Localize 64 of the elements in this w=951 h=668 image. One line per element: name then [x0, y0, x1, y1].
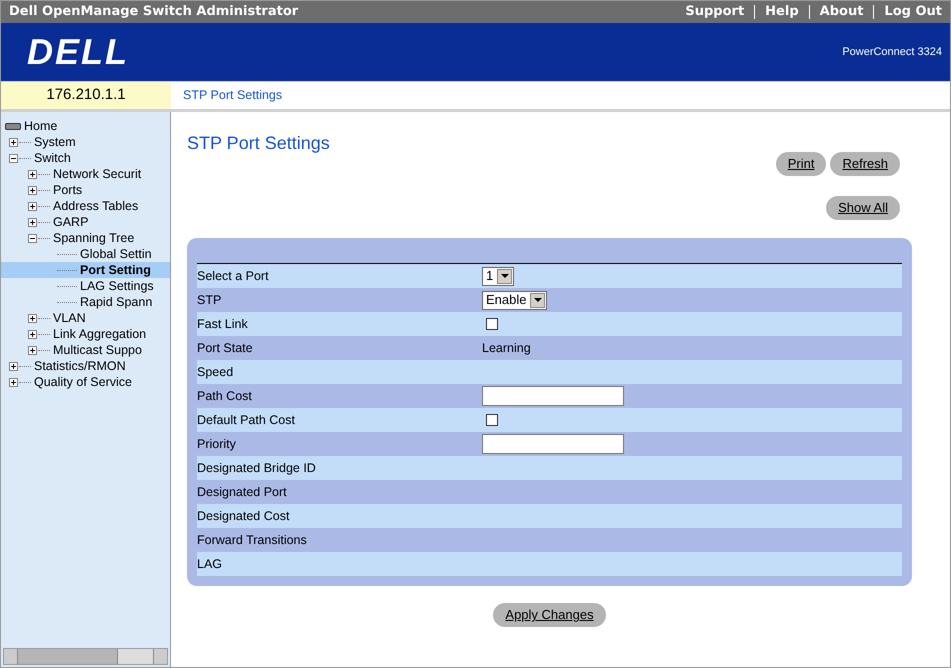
breadcrumb: STP Port Settings	[182, 87, 282, 104]
tree-item[interactable]: LAG Settings	[80, 276, 154, 296]
expand-icon[interactable]	[9, 362, 18, 370]
pill-button[interactable]: Print	[776, 152, 826, 176]
expand-icon[interactable]	[28, 186, 37, 194]
page-title: STP Port Settings	[187, 132, 331, 154]
expand-icon[interactable]	[28, 218, 37, 226]
expand-icon[interactable]	[28, 314, 37, 322]
field-label: Port State	[197, 340, 254, 357]
tree-item[interactable]: Address Tables	[53, 196, 138, 216]
header-link[interactable]: Log Out	[884, 2, 942, 22]
dropdown[interactable]: Enable	[482, 290, 548, 310]
field-label: Designated Cost	[197, 508, 290, 525]
tree-item[interactable]: Network Securit	[53, 164, 142, 184]
field-label: Designated Port	[197, 484, 288, 501]
pill-button[interactable]: Apply Changes	[493, 603, 606, 627]
field-label: Fast Link	[197, 316, 249, 333]
expand-icon[interactable]	[28, 346, 37, 354]
field-label: LAG	[197, 556, 224, 573]
field-label: Designated Bridge ID	[197, 460, 317, 477]
field-label: Select a Port	[197, 268, 270, 285]
logo: DELL	[27, 30, 129, 74]
field-label: Default Path Cost	[197, 412, 296, 429]
tree-item[interactable]: GARP	[53, 212, 88, 232]
model-name: PowerConnect 3324	[842, 44, 942, 60]
tree-item[interactable]: System	[34, 132, 76, 152]
tree-item[interactable]: Link Aggregation	[53, 324, 146, 344]
tree-item[interactable]: Quality of Service	[34, 372, 132, 392]
tree-item[interactable]: Ports	[53, 180, 82, 200]
header-link[interactable]: Support	[685, 2, 744, 22]
scrollbar[interactable]	[3, 648, 168, 665]
collapse-icon[interactable]	[9, 154, 18, 162]
dropdown[interactable]: 1	[482, 266, 514, 286]
tree-item[interactable]: Global Settin	[80, 244, 152, 264]
tree-item[interactable]: Spanning Tree	[53, 228, 134, 248]
ip-address: 176.210.1.1	[1, 82, 171, 109]
tree-item[interactable]: VLAN	[53, 308, 86, 328]
tree-item[interactable]: Home	[24, 116, 58, 136]
window-title: Dell OpenManage Switch Administrator	[9, 3, 298, 22]
field-label: Speed	[197, 364, 234, 381]
pill-button[interactable]: Show All	[826, 196, 900, 220]
field-label: STP	[197, 292, 222, 309]
tree-item[interactable]: Statistics/RMON	[34, 356, 126, 376]
field-value: Learning	[482, 340, 531, 357]
field-label: Path Cost	[197, 388, 253, 405]
collapse-icon[interactable]	[28, 234, 37, 242]
expand-icon[interactable]	[28, 330, 37, 338]
pill-button[interactable]: Refresh	[830, 152, 900, 176]
checkbox[interactable]	[486, 318, 498, 330]
input-field[interactable]	[482, 434, 624, 454]
header-link[interactable]: Help	[765, 2, 799, 22]
expand-icon[interactable]	[9, 138, 18, 146]
expand-icon[interactable]	[28, 170, 37, 178]
checkbox[interactable]	[486, 414, 498, 426]
drive-icon	[5, 122, 21, 130]
field-label: Forward Transitions	[197, 532, 308, 549]
tree-item[interactable]: Rapid Spann	[80, 292, 152, 312]
field-label: Priority	[197, 436, 237, 453]
expand-icon[interactable]	[9, 378, 18, 386]
tree-item[interactable]: Multicast Suppo	[53, 340, 142, 360]
expand-icon[interactable]	[28, 202, 37, 210]
input-field[interactable]	[482, 386, 624, 406]
tree-item[interactable]: Switch	[34, 148, 71, 168]
header-link[interactable]: About	[820, 2, 864, 22]
